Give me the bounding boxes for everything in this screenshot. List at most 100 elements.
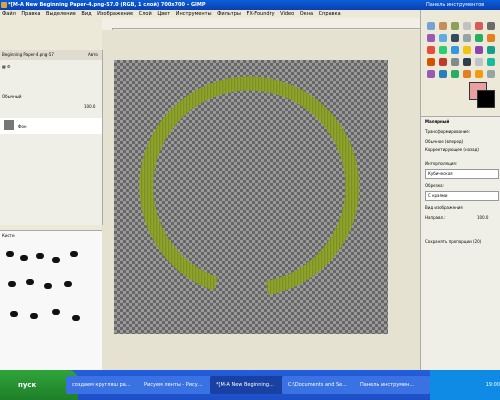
eraser-icon[interactable]: [475, 58, 483, 66]
ring-arc: [139, 76, 360, 295]
layers-tabs[interactable]: ▦ ⚙: [2, 64, 11, 69]
interpolation-label: Интерполяция:: [425, 161, 458, 166]
hint-value[interactable]: 100.0: [477, 215, 488, 220]
auto-button[interactable]: Авто: [88, 52, 98, 57]
transform-label: Трансформирование:: [425, 129, 471, 134]
task-button[interactable]: C:\Documents and Se...: [282, 376, 356, 394]
menu-tools[interactable]: Инструменты: [176, 11, 212, 17]
menu-help[interactable]: Справка: [319, 11, 341, 17]
taskbar: пуск создаем кругляш ра... Рисуем ленты …: [0, 370, 500, 400]
menubar: Файл Правка Выделение Вид Изображение Сл…: [0, 10, 420, 18]
toolbox: Малярный Трансформирование: Обычное (впе…: [420, 10, 500, 371]
brush-preset[interactable]: [52, 257, 60, 263]
menu-color[interactable]: Цвет: [157, 11, 170, 17]
background-color[interactable]: [477, 90, 495, 108]
color-select-icon[interactable]: [475, 22, 483, 30]
shear-icon[interactable]: [451, 46, 459, 54]
menu-file[interactable]: Файл: [2, 11, 16, 17]
move-icon[interactable]: [475, 34, 483, 42]
image-canvas[interactable]: [114, 60, 388, 334]
preserve-checkbox[interactable]: Сохранять пропорции (20): [425, 239, 481, 244]
brushes-dock: Кисти: [0, 230, 102, 371]
menu-view[interactable]: Вид: [81, 11, 91, 17]
task-button[interactable]: *[M-A New Beginning...: [210, 376, 284, 394]
clock: 19:00: [485, 382, 500, 388]
scissors-icon[interactable]: [487, 22, 495, 30]
rotate-icon[interactable]: [427, 46, 435, 54]
clipping-select[interactable]: С краями: [425, 191, 499, 201]
measure-icon[interactable]: [463, 34, 471, 42]
menu-edit[interactable]: Правка: [21, 11, 40, 17]
layer-row[interactable]: Фон: [0, 118, 102, 134]
menu-filters[interactable]: Фильтры: [217, 11, 241, 17]
layers-dock: Beginning Paper-4.png-57 Авто ▦ ⚙ Обычны…: [0, 50, 103, 268]
hint-label: Направл.:: [425, 215, 446, 220]
pencil-icon[interactable]: [451, 58, 459, 66]
scale-icon[interactable]: [439, 46, 447, 54]
brush-preset[interactable]: [8, 281, 16, 287]
task-button[interactable]: создаем кругляш ра...: [66, 376, 140, 394]
interpolation-select[interactable]: Кубическая: [425, 169, 499, 179]
menu-fx-foundry[interactable]: FX-Foundry: [246, 11, 274, 17]
layers-header: Beginning Paper-4.png-57 Авто: [0, 50, 102, 60]
paths-icon[interactable]: [427, 34, 435, 42]
perspective-icon[interactable]: [463, 46, 471, 54]
ellipse-select-icon[interactable]: [439, 22, 447, 30]
crop-icon[interactable]: [487, 34, 495, 42]
image-select[interactable]: Beginning Paper-4.png-57: [2, 52, 54, 57]
task-button[interactable]: Панель инструмен...: [354, 376, 430, 394]
blur-icon[interactable]: [463, 70, 471, 78]
mode-label: Обычный: [2, 94, 22, 99]
task-button[interactable]: Рисуем ленты - Рису...: [138, 376, 212, 394]
heal-icon[interactable]: [451, 70, 459, 78]
gimp-icon: [1, 2, 7, 8]
paintbrush-icon[interactable]: [463, 58, 471, 66]
text-icon[interactable]: [487, 46, 495, 54]
brush-preset[interactable]: [52, 309, 60, 315]
airbrush-icon[interactable]: [487, 58, 495, 66]
rect-select-icon[interactable]: [427, 22, 435, 30]
menu-video[interactable]: Video: [280, 11, 294, 17]
gradient-icon[interactable]: [439, 58, 447, 66]
brush-preset[interactable]: [64, 281, 72, 287]
tools-grid: [421, 18, 500, 88]
ring-graphic: [139, 76, 360, 295]
brush-preset[interactable]: [6, 251, 14, 257]
clone-icon[interactable]: [439, 70, 447, 78]
menu-image[interactable]: Изображение: [97, 11, 133, 17]
menu-select[interactable]: Выделение: [46, 11, 76, 17]
ink-icon[interactable]: [427, 70, 435, 78]
zoom-icon[interactable]: [451, 34, 459, 42]
clipping-label: Обрезка:: [425, 183, 444, 188]
menu-windows[interactable]: Окна: [300, 11, 313, 17]
smudge-icon[interactable]: [475, 70, 483, 78]
brush-preset[interactable]: [72, 315, 80, 321]
window-title: *[M-A New Beginning Paper-4.png-57.0 (RG…: [8, 2, 206, 8]
toolbox-title: Панель инструментов: [426, 2, 485, 8]
color-picker-icon[interactable]: [439, 34, 447, 42]
dodge-burn-icon[interactable]: [487, 70, 495, 78]
layer-name: Фон: [18, 124, 27, 129]
tool-options-title: Малярный: [425, 119, 450, 124]
flip-icon[interactable]: [475, 46, 483, 54]
brush-preset[interactable]: [10, 311, 18, 317]
menu-layer[interactable]: Слой: [139, 11, 152, 17]
brush-preset[interactable]: [70, 251, 78, 257]
brush-preset[interactable]: [30, 313, 38, 319]
fuzzy-select-icon[interactable]: [463, 22, 471, 30]
tool-options: Малярный Трансформирование: Обычное (впе…: [421, 116, 500, 371]
ruler-horizontal[interactable]: [102, 18, 420, 29]
brush-preset[interactable]: [44, 283, 52, 289]
bucket-fill-icon[interactable]: [427, 58, 435, 66]
mode-corrective-radio[interactable]: Корректирующее (назад): [425, 147, 479, 152]
brush-preset[interactable]: [26, 279, 34, 285]
brush-preset[interactable]: [36, 253, 44, 259]
color-swatches[interactable]: [469, 82, 495, 108]
layer-thumbnail: [4, 120, 14, 130]
mode-normal-radio[interactable]: Обычное (вперед): [425, 139, 463, 144]
view-label: Вид изображения: [425, 205, 463, 210]
brushes-label: Кисти: [2, 233, 15, 238]
free-select-icon[interactable]: [451, 22, 459, 30]
opacity-value[interactable]: 100.0: [84, 104, 95, 109]
brush-preset[interactable]: [20, 255, 28, 261]
